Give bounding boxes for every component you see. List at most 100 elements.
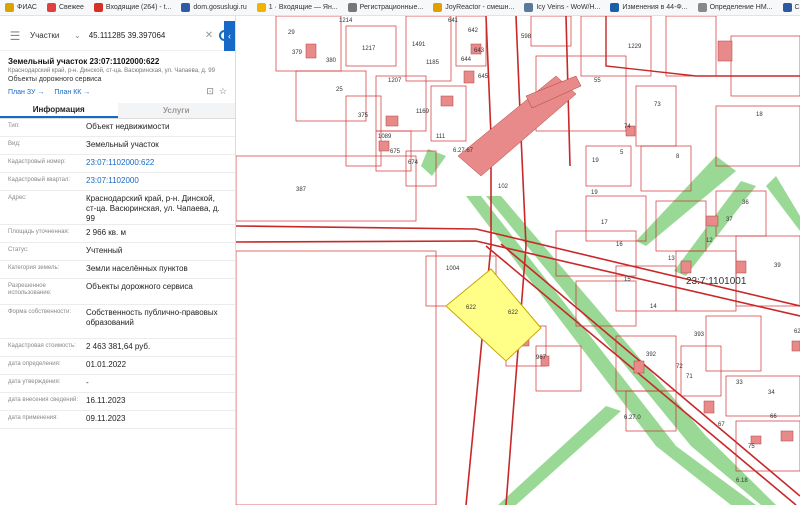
- attribute-value: Учтенный: [86, 246, 123, 255]
- svg-text:598: 598: [521, 34, 532, 40]
- bookmark-favicon-icon: [782, 3, 792, 12]
- attribute-label: Форма собственности:: [8, 309, 72, 315]
- svg-text:75: 75: [748, 444, 755, 450]
- svg-text:72: 72: [676, 364, 683, 370]
- attribute-value: Объект недвижимости: [86, 122, 170, 131]
- bookmark-item[interactable]: Icy Veins - WoW/H...: [519, 3, 605, 12]
- attribute-row: Площадь уточненная: 2 966 кв. м: [0, 225, 235, 243]
- svg-text:379: 379: [292, 50, 303, 56]
- svg-text:55: 55: [594, 78, 601, 84]
- bookmark-label: Icy Veins - WoW/H...: [536, 4, 601, 11]
- svg-text:37: 37: [726, 217, 733, 223]
- svg-text:375: 375: [358, 113, 369, 119]
- attribute-value: 2 966 кв. м: [86, 228, 126, 237]
- svg-text:387: 387: [296, 187, 307, 193]
- star-icon[interactable]: ☆: [219, 86, 227, 97]
- attribute-label: Тип:: [8, 123, 20, 129]
- attribute-row: Категория земель: Земли населённых пункто…: [0, 261, 235, 279]
- selected-parcel[interactable]: [445, 268, 542, 362]
- zoom-to-icon[interactable]: ⊡: [206, 86, 214, 97]
- bookmarks-bar: ФИАС Свежее Входящие (264) - t... dom.gosus…: [0, 0, 800, 16]
- bookmark-favicon-icon: [256, 3, 266, 12]
- bookmark-favicon-icon: [433, 3, 443, 12]
- attribute-value[interactable]: 23:07:1102000: [86, 173, 227, 190]
- search-bar: ☰ Участки ⌄ 45.111285 39.397064 ✕ ‹: [0, 21, 235, 51]
- svg-text:1089: 1089: [378, 134, 392, 140]
- attribute-row: дата утверждения: -: [0, 375, 235, 393]
- attribute-label: Вид:: [8, 141, 21, 147]
- attribute-label: дата утверждения:: [8, 379, 61, 385]
- bookmark-item[interactable]: Изменения в 44-Ф...: [605, 3, 692, 12]
- search-input[interactable]: 45.111285 39.397064: [89, 31, 199, 40]
- attribute-label: Адрес:: [8, 195, 27, 201]
- bookmark-favicon-icon: [93, 3, 103, 12]
- attribute-row: дата внесения сведений: 16.11.2023: [0, 393, 235, 411]
- bookmark-favicon-icon: [697, 3, 707, 12]
- attribute-value[interactable]: 23:07:1102000:622: [86, 155, 227, 172]
- collapse-panel-button[interactable]: ‹: [224, 21, 235, 51]
- quarter-label: 23:7:1101001: [686, 276, 747, 287]
- svg-text:34: 34: [768, 390, 775, 396]
- plan-zu-link[interactable]: План ЗУ →: [8, 89, 44, 96]
- svg-text:12: 12: [706, 238, 713, 244]
- bookmark-item[interactable]: Определение НМ...: [693, 3, 778, 12]
- close-icon[interactable]: ✕: [205, 30, 213, 41]
- chevron-down-icon[interactable]: ⌄: [74, 31, 81, 40]
- bookmark-item[interactable]: Регистрационные...: [343, 3, 429, 12]
- bookmark-favicon-icon: [524, 3, 534, 12]
- svg-text:62: 62: [794, 329, 800, 335]
- object-address: Краснодарский край, р-н. Динской, ст-ца.…: [8, 68, 215, 74]
- menu-icon[interactable]: ☰: [6, 29, 24, 43]
- tab-info[interactable]: Информация: [0, 103, 118, 118]
- plan-kk-link[interactable]: План КК →: [54, 89, 90, 96]
- attribute-value: Собственность публично-правовых образова…: [86, 308, 218, 327]
- svg-text:19: 19: [592, 158, 599, 164]
- svg-text:67: 67: [718, 422, 725, 428]
- bookmark-label: Определение НМ...: [709, 4, 773, 11]
- svg-text:1169: 1169: [416, 109, 430, 115]
- svg-text:1185: 1185: [426, 60, 440, 66]
- bookmark-item[interactable]: Система «Госзаказ...: [778, 3, 800, 12]
- bookmark-favicon-icon: [347, 3, 357, 12]
- cadastral-map[interactable]: 29 1214 379 380 1217 1491 1185 25 1207 6…: [236, 16, 800, 505]
- svg-text:643: 643: [474, 48, 485, 54]
- svg-text:19: 19: [591, 190, 598, 196]
- svg-text:13: 13: [668, 256, 675, 262]
- attribute-label: Статус:: [8, 247, 29, 253]
- object-title: Земельный участок 23:07:1102000:622: [8, 57, 160, 66]
- svg-text:16: 16: [616, 242, 623, 248]
- bookmark-item[interactable]: Свежее: [42, 3, 89, 12]
- attribute-value: Земельный участок: [86, 140, 159, 149]
- svg-text:392: 392: [646, 352, 657, 358]
- attribute-label: Кадастровая стоимость:: [8, 343, 76, 349]
- svg-text:6.27.67: 6.27.67: [453, 148, 474, 154]
- bookmark-item[interactable]: JoyReactor - смешн...: [428, 3, 519, 12]
- bookmark-favicon-icon: [46, 3, 56, 12]
- bookmark-label: Система «Госзаказ...: [794, 4, 800, 11]
- attribute-label: Кадастровый номер:: [8, 159, 66, 165]
- bookmark-favicon-icon: [181, 3, 191, 12]
- bookmark-item[interactable]: dom.gosuslugi.ru: [176, 3, 251, 12]
- bookmark-item[interactable]: ФИАС: [0, 3, 42, 12]
- attribute-value: 01.01.2022: [86, 360, 127, 369]
- attribute-row: Статус: Учтенный: [0, 243, 235, 261]
- svg-text:25: 25: [336, 87, 343, 93]
- svg-text:6.18: 6.18: [736, 478, 748, 484]
- svg-text:675: 675: [390, 149, 401, 155]
- svg-text:15: 15: [624, 277, 631, 283]
- tab-services[interactable]: Услуги: [117, 103, 235, 118]
- info-panel: ☰ Участки ⌄ 45.111285 39.397064 ✕ ‹ Земе…: [0, 16, 236, 505]
- svg-text:8: 8: [676, 154, 680, 160]
- bookmark-label: 1 · Входящие — Ян...: [268, 4, 338, 11]
- svg-text:1214: 1214: [339, 18, 353, 24]
- attribute-value: 2 463 381,64 руб.: [86, 342, 151, 351]
- bookmark-item[interactable]: 1 · Входящие — Ян...: [252, 3, 343, 12]
- attribute-row: Кадастровая стоимость: 2 463 381,64 руб.: [0, 339, 235, 357]
- svg-text:967: 967: [536, 355, 547, 361]
- bookmark-item[interactable]: Входящие (264) - t...: [89, 3, 176, 12]
- layer-select[interactable]: Участки: [30, 31, 70, 40]
- bookmark-label: Изменения в 44-Ф...: [622, 4, 688, 11]
- attribute-row: Адрес: Краснодарский край, р-н. Динской, …: [0, 191, 235, 225]
- svg-text:6.27.0: 6.27.0: [624, 415, 641, 421]
- svg-text:1229: 1229: [628, 44, 642, 50]
